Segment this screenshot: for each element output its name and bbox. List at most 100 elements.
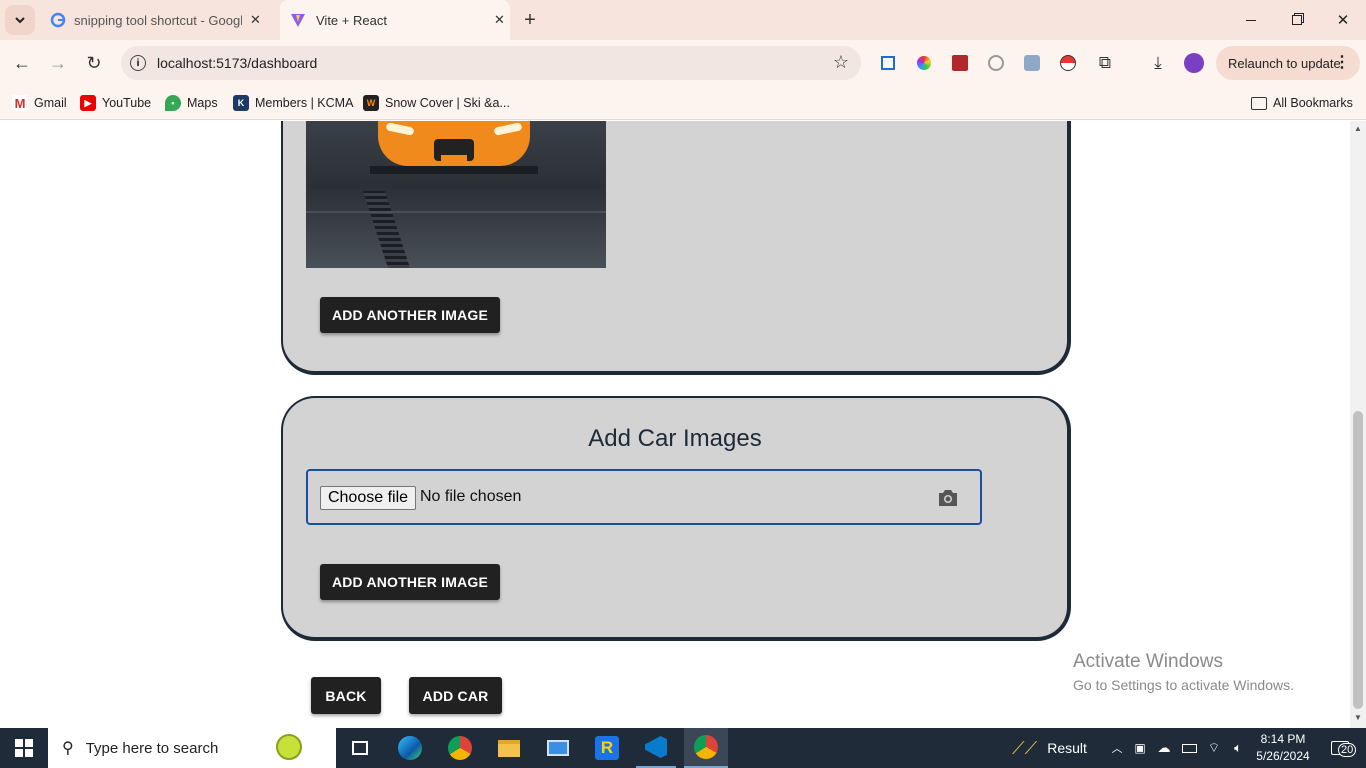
choose-file-button[interactable]: Choose file: [320, 486, 416, 510]
chevron-down-icon: [15, 17, 25, 24]
car-image-preview: [306, 121, 606, 268]
profile-avatar[interactable]: [1179, 48, 1209, 78]
taskbar-search-box[interactable]: ⚲ Type here to search: [48, 728, 336, 768]
tab-snipping-tool[interactable]: snipping tool shortcut - Google ✕: [42, 0, 274, 40]
bookmark-kcma[interactable]: K Members | KCMA: [233, 92, 353, 114]
vscode-app[interactable]: [636, 728, 676, 768]
plus-icon: +: [524, 8, 536, 31]
globe-extension-icon[interactable]: [981, 48, 1011, 78]
address-bar[interactable]: i localhost:5173/dashboard ☆: [121, 46, 861, 80]
bookmark-gmail[interactable]: M Gmail: [12, 92, 67, 114]
pokeball-extension-icon[interactable]: [1053, 48, 1083, 78]
bookmark-label: Gmail: [34, 96, 67, 110]
relaunch-label: Relaunch to update: [1228, 55, 1341, 71]
google-icon: [50, 12, 66, 28]
onedrive-tray-icon[interactable]: ☁: [1153, 728, 1175, 768]
chevron-up-icon: ︿: [1111, 743, 1123, 755]
close-tab-icon[interactable]: ✕: [250, 12, 261, 28]
vscode-icon: [645, 736, 667, 758]
reload-button[interactable]: ↻: [79, 48, 109, 78]
chrome-profile-icon: [694, 735, 718, 759]
tab-search-button[interactable]: [5, 5, 35, 35]
scrollbar-thumb[interactable]: [1353, 411, 1363, 709]
page-scrollbar[interactable]: ▲ ▼: [1350, 121, 1366, 728]
section-heading: Add Car Images: [588, 425, 762, 452]
bookmark-snowcover[interactable]: W Snow Cover | Ski &a...: [363, 92, 510, 114]
wifi-tray-icon[interactable]: ⌔: [1203, 728, 1225, 768]
clock[interactable]: 8:14 PM 5/26/2024: [1252, 731, 1314, 765]
windows-logo-icon: [15, 739, 33, 757]
download-icon[interactable]: ⤓: [1143, 48, 1173, 78]
close-icon: ✕: [1336, 12, 1350, 29]
tab-title: snipping tool shortcut - Google: [74, 12, 242, 28]
start-button[interactable]: [0, 728, 48, 768]
task-view-button[interactable]: [340, 728, 380, 768]
bookmark-label: Members | KCMA: [255, 96, 354, 110]
chrome-active-app[interactable]: [684, 728, 728, 768]
scroll-down-arrow-icon[interactable]: ▼: [1354, 713, 1362, 722]
reload-icon: ↻: [86, 52, 102, 73]
file-explorer-app[interactable]: [489, 728, 529, 768]
browser-toolbar: ← → ↻ i localhost:5173/dashboard ☆ ⧉ ⤓ R…: [0, 40, 1366, 86]
folder-icon: [1251, 96, 1267, 110]
r-app-icon: R: [595, 736, 619, 760]
monitor-icon: [547, 740, 569, 756]
tennis-search-highlight-icon: [276, 734, 302, 760]
new-tab-button[interactable]: +: [515, 5, 545, 35]
youtube-icon: ▶: [80, 95, 96, 111]
clock-time: 8:14 PM: [1260, 732, 1306, 746]
battery-icon: [1181, 743, 1197, 753]
volume-tray-icon[interactable]: 🔈︎: [1227, 728, 1249, 768]
bookmark-maps[interactable]: • Maps: [165, 92, 218, 114]
r-app[interactable]: R: [587, 728, 627, 768]
notification-center-button[interactable]: 20: [1320, 728, 1360, 768]
url-text: localhost:5173/dashboard: [157, 55, 318, 71]
screenshot-extension-icon[interactable]: [873, 48, 903, 78]
meet-now-tray-icon[interactable]: ▣: [1130, 728, 1150, 768]
tab-vite-react[interactable]: Vite + React ✕: [280, 0, 510, 40]
restore-icon: [1292, 15, 1302, 25]
back-button[interactable]: BACK: [311, 677, 381, 714]
folder-icon: [498, 739, 520, 757]
arrow-left-icon: ←: [13, 52, 31, 73]
back-nav-button[interactable]: ←: [7, 48, 37, 78]
color-picker-extension-icon[interactable]: [909, 48, 939, 78]
battery-tray-icon[interactable]: [1178, 728, 1200, 768]
remote-desktop-app[interactable]: [538, 728, 578, 768]
all-bookmarks-label: All Bookmarks: [1273, 96, 1353, 110]
chrome-app[interactable]: [440, 728, 480, 768]
file-upload-field[interactable]: Choose file No file chosen: [306, 469, 982, 525]
camera-icon[interactable]: [937, 489, 959, 507]
arrow-right-icon: →: [49, 52, 67, 73]
relaunch-update-button[interactable]: Relaunch to update ⋮: [1216, 46, 1360, 80]
cricket-icon: ⟋⟋: [1012, 737, 1038, 758]
close-tab-icon[interactable]: ✕: [494, 12, 505, 28]
add-another-image-button[interactable]: ADD ANOTHER IMAGE: [320, 564, 500, 600]
show-hidden-icons-button[interactable]: ︿: [1108, 728, 1126, 768]
edge-app[interactable]: [390, 728, 430, 768]
bookmark-label: Maps: [187, 96, 218, 110]
all-bookmarks-button[interactable]: All Bookmarks: [1251, 92, 1353, 114]
activate-windows-subtitle: Go to Settings to activate Windows.: [1073, 677, 1294, 693]
weather-widget[interactable]: ⟋⟋ Result: [1012, 728, 1092, 768]
search-icon: ⚲: [62, 740, 74, 757]
site-info-icon[interactable]: i: [130, 55, 146, 71]
minimize-button[interactable]: [1228, 0, 1274, 40]
search-extension-icon[interactable]: [1017, 48, 1047, 78]
more-options-icon[interactable]: ⋮: [1334, 52, 1350, 72]
add-car-button[interactable]: ADD CAR: [409, 677, 502, 714]
extensions-puzzle-icon[interactable]: ⧉: [1090, 48, 1120, 78]
bookmark-youtube[interactable]: ▶ YouTube: [80, 92, 151, 114]
tab-title: Vite + React: [316, 12, 387, 28]
gmail-icon: M: [12, 95, 28, 111]
vite-icon: [291, 14, 305, 27]
kcma-icon: K: [233, 95, 249, 111]
restore-button[interactable]: [1274, 0, 1320, 40]
widget-label: Result: [1047, 740, 1087, 756]
add-another-image-button[interactable]: ADD ANOTHER IMAGE: [320, 297, 500, 333]
red-extension-icon[interactable]: [945, 48, 975, 78]
scroll-up-arrow-icon[interactable]: ▲: [1354, 124, 1362, 133]
close-window-button[interactable]: ✕: [1320, 0, 1366, 40]
forward-nav-button[interactable]: →: [43, 48, 73, 78]
star-icon[interactable]: ☆: [833, 52, 849, 73]
